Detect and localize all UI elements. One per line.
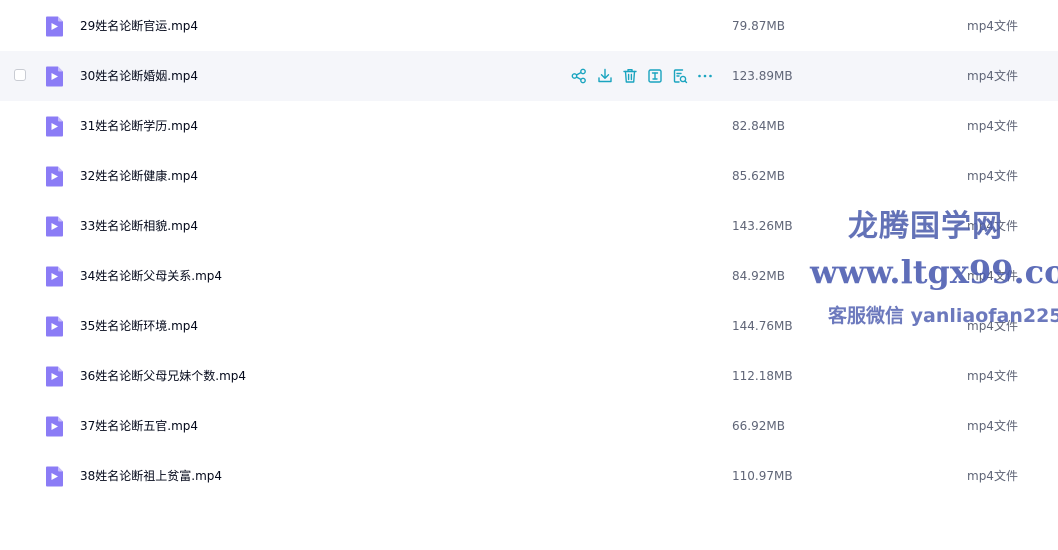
file-size: 82.84MB: [732, 119, 785, 133]
video-file-icon: [44, 116, 64, 137]
file-type: mp4文件: [967, 319, 1018, 333]
file-name[interactable]: 29姓名论断官运.mp4: [80, 18, 198, 34]
file-size: 79.87MB: [732, 19, 785, 33]
file-row[interactable]: 30姓名论断婚姻.mp4 123.89MB mp4文件: [0, 51, 1058, 101]
video-file-icon: [44, 366, 64, 387]
file-name[interactable]: 30姓名论断婚姻.mp4: [80, 68, 198, 84]
video-file-icon: [44, 466, 64, 487]
file-type: mp4文件: [967, 469, 1018, 483]
video-file-icon: [44, 316, 64, 337]
video-file-icon: [44, 166, 64, 187]
video-file-icon: [44, 266, 64, 287]
file-row[interactable]: 35姓名论断环境.mp4 144.76MB mp4文件: [0, 301, 1058, 351]
file-row[interactable]: 31姓名论断学历.mp4 82.84MB mp4文件: [0, 101, 1058, 151]
share-icon[interactable]: [570, 67, 588, 85]
video-file-icon: [44, 216, 64, 237]
file-size: 143.26MB: [732, 219, 793, 233]
copy-icon[interactable]: [671, 67, 689, 85]
video-file-icon: [44, 66, 64, 87]
file-type: mp4文件: [967, 119, 1018, 133]
file-type: mp4文件: [967, 169, 1018, 183]
file-name[interactable]: 36姓名论断父母兄妹个数.mp4: [80, 368, 246, 384]
file-name[interactable]: 35姓名论断环境.mp4: [80, 318, 198, 334]
rename-icon[interactable]: [646, 67, 664, 85]
file-row[interactable]: 32姓名论断健康.mp4 85.62MB mp4文件: [0, 151, 1058, 201]
row-checkbox[interactable]: [14, 69, 26, 81]
file-size: 110.97MB: [732, 469, 793, 483]
video-file-icon: [44, 416, 64, 437]
file-size: 85.62MB: [732, 169, 785, 183]
file-type: mp4文件: [967, 19, 1018, 33]
delete-icon[interactable]: [621, 67, 639, 85]
file-name[interactable]: 32姓名论断健康.mp4: [80, 168, 198, 184]
file-size: 66.92MB: [732, 419, 785, 433]
file-row[interactable]: 33姓名论断相貌.mp4 143.26MB mp4文件: [0, 201, 1058, 251]
file-size: 144.76MB: [732, 319, 793, 333]
file-type: mp4文件: [967, 419, 1018, 433]
download-icon[interactable]: [596, 67, 614, 85]
file-type: mp4文件: [967, 269, 1018, 283]
file-name[interactable]: 33姓名论断相貌.mp4: [80, 218, 198, 234]
more-icon[interactable]: [696, 67, 714, 85]
file-type: mp4文件: [967, 69, 1018, 83]
file-size: 123.89MB: [732, 69, 793, 83]
file-type: mp4文件: [967, 219, 1018, 233]
file-list: 29姓名论断官运.mp4 79.87MB mp4文件 30姓名论断婚姻.mp4: [0, 1, 1058, 501]
file-size: 112.18MB: [732, 369, 793, 383]
file-name[interactable]: 31姓名论断学历.mp4: [80, 118, 198, 134]
file-type: mp4文件: [967, 369, 1018, 383]
file-size: 84.92MB: [732, 269, 785, 283]
file-row[interactable]: 34姓名论断父母关系.mp4 84.92MB mp4文件: [0, 251, 1058, 301]
file-name[interactable]: 38姓名论断祖上贫富.mp4: [80, 468, 222, 484]
file-row[interactable]: 29姓名论断官运.mp4 79.87MB mp4文件: [0, 1, 1058, 51]
file-name[interactable]: 37姓名论断五官.mp4: [80, 418, 198, 434]
file-row[interactable]: 36姓名论断父母兄妹个数.mp4 112.18MB mp4文件: [0, 351, 1058, 401]
file-row[interactable]: 37姓名论断五官.mp4 66.92MB mp4文件: [0, 401, 1058, 451]
file-name[interactable]: 34姓名论断父母关系.mp4: [80, 268, 222, 284]
file-row[interactable]: 38姓名论断祖上贫富.mp4 110.97MB mp4文件: [0, 451, 1058, 501]
video-file-icon: [44, 16, 64, 37]
